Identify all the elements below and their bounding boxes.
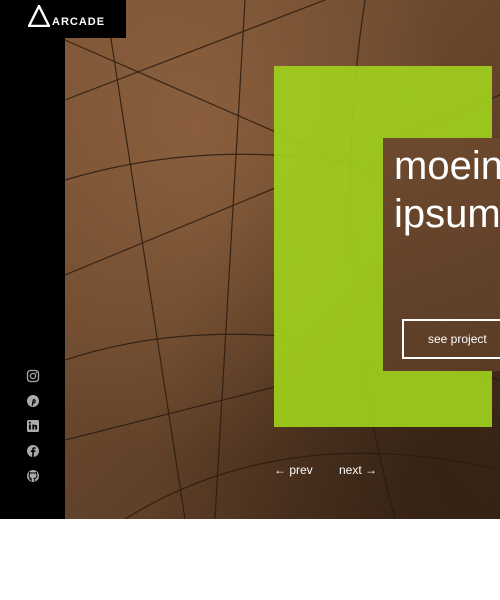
- hero-title-line1: moein: [394, 144, 500, 188]
- brand-name: ARCADE: [52, 16, 106, 28]
- hero-section: moein ipsum see project ← prev next → AR…: [0, 0, 500, 519]
- prev-link[interactable]: ← prev: [274, 463, 313, 477]
- sidebar: [0, 0, 65, 519]
- pinterest-icon[interactable]: [26, 394, 40, 408]
- brand-logo[interactable]: ARCADE: [0, 0, 126, 38]
- instagram-icon[interactable]: [26, 369, 40, 383]
- logo-triangle-icon: [28, 5, 50, 27]
- github-icon[interactable]: [26, 469, 40, 483]
- hero-title-line2: ipsum: [394, 192, 500, 236]
- hero-title: moein ipsum: [394, 142, 500, 238]
- facebook-icon[interactable]: [26, 444, 40, 458]
- next-link[interactable]: next →: [339, 463, 377, 477]
- linkedin-icon[interactable]: [26, 419, 40, 433]
- social-links: [26, 369, 40, 483]
- see-project-button[interactable]: see project: [402, 319, 500, 359]
